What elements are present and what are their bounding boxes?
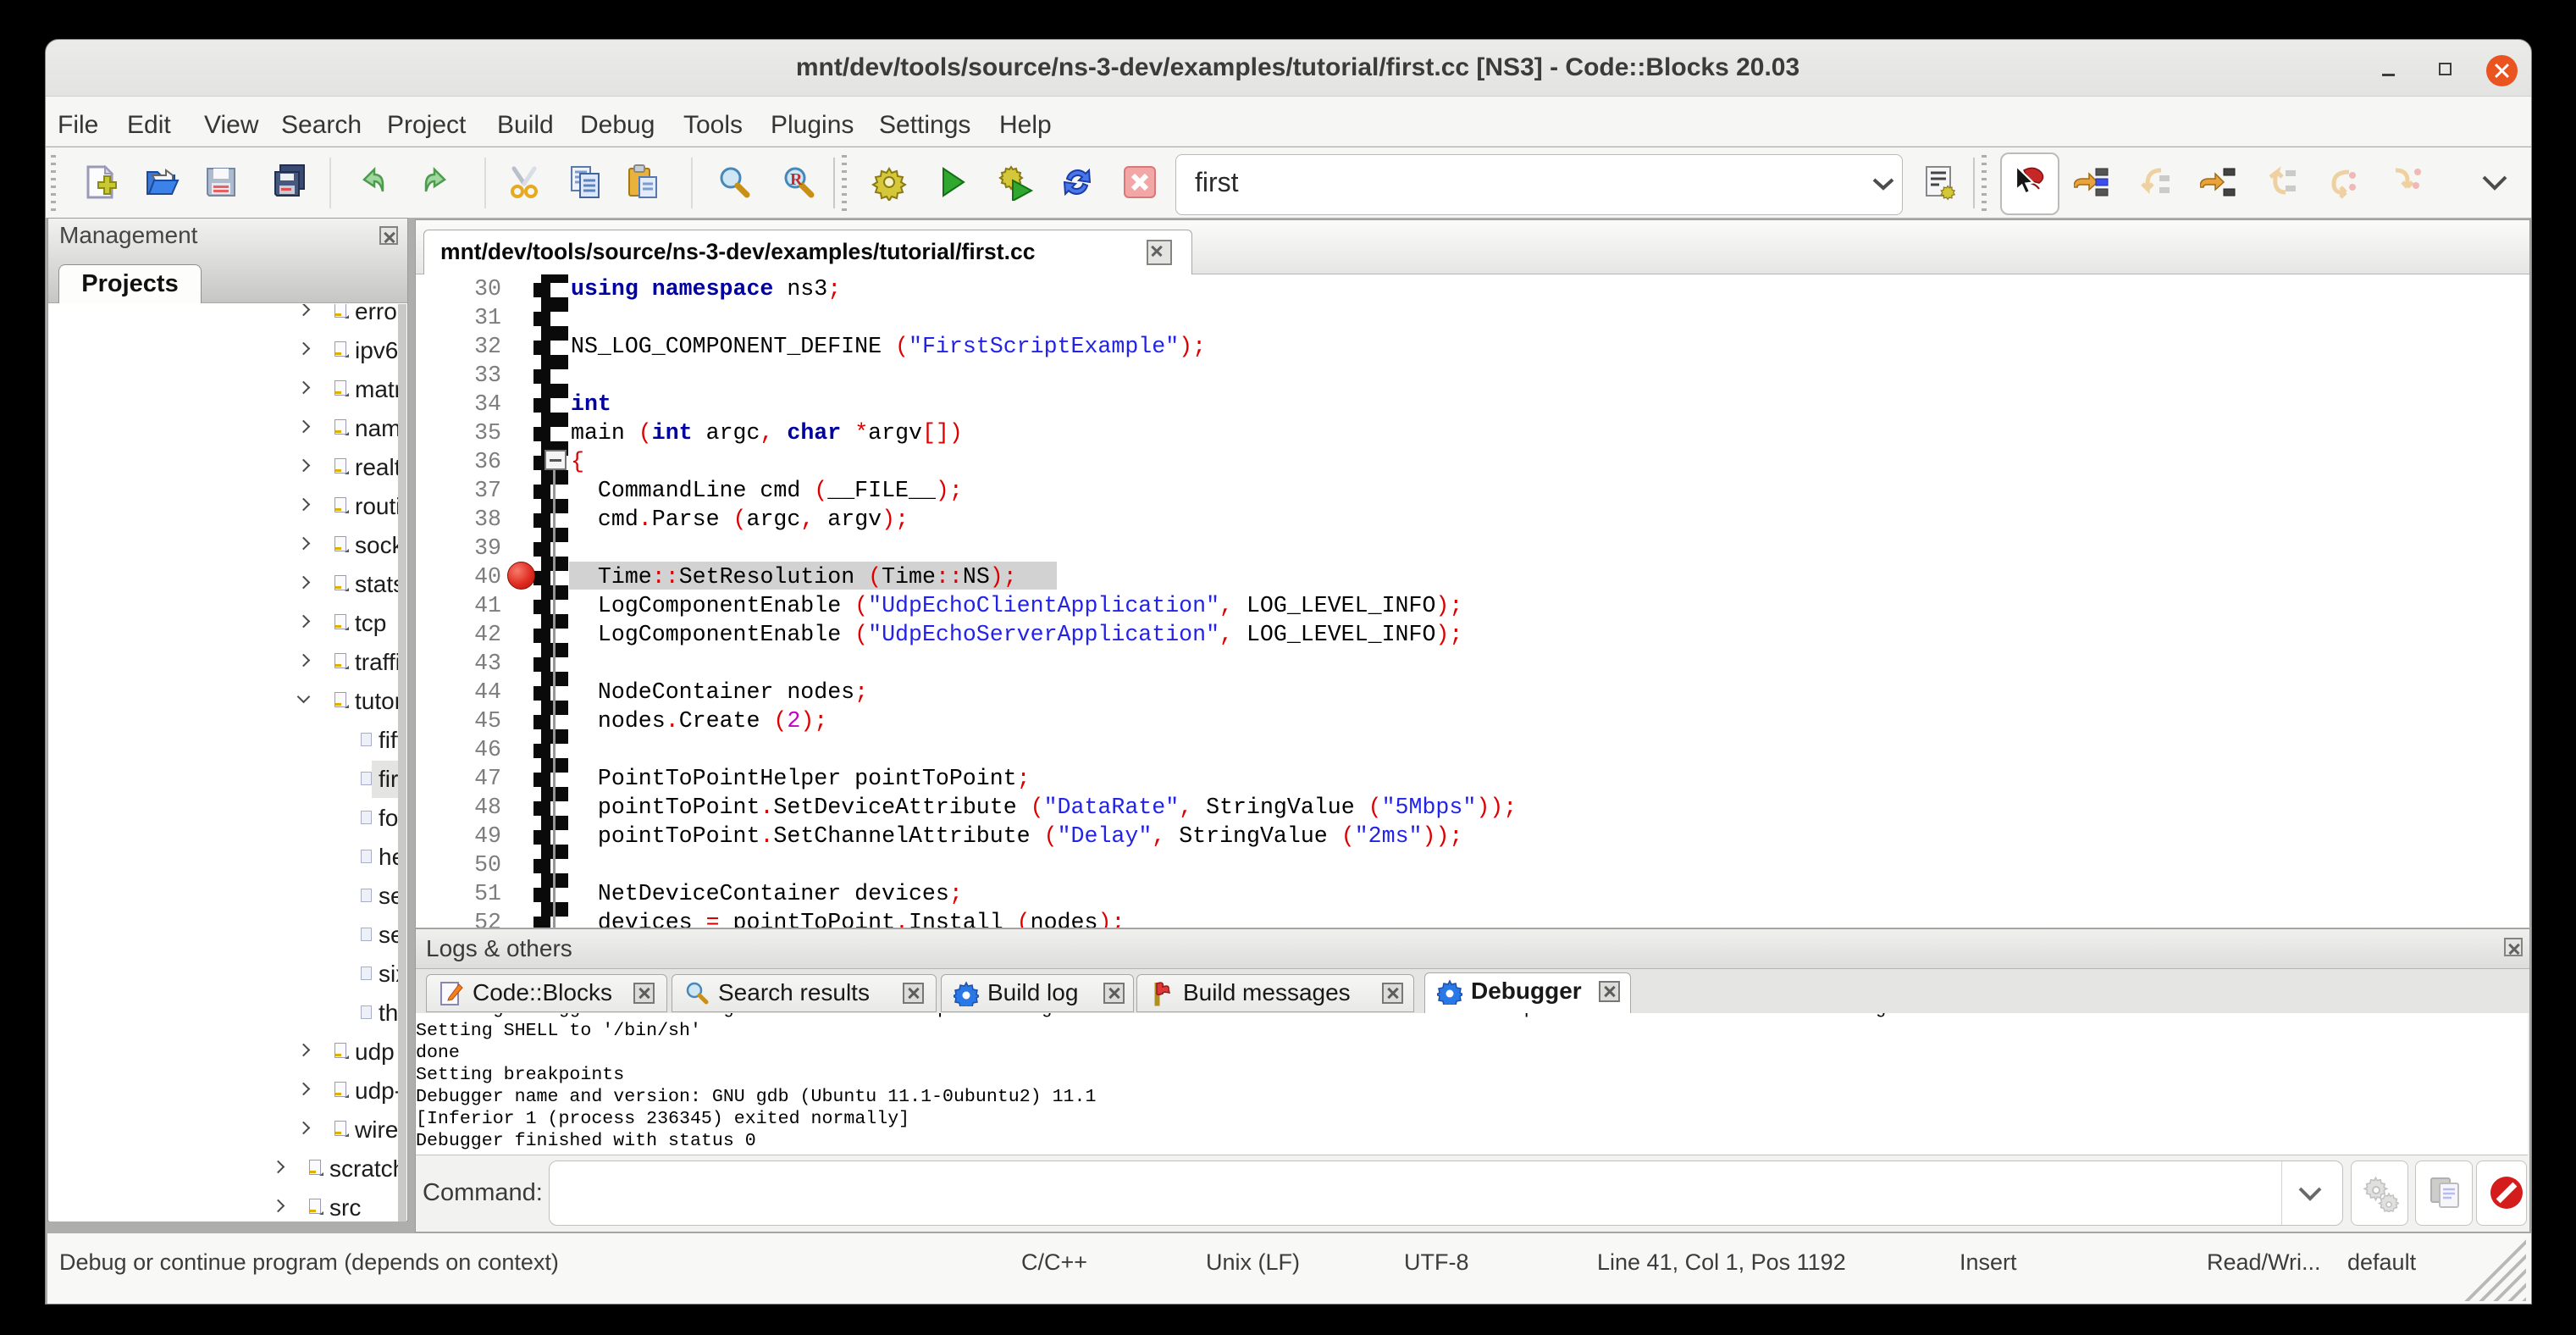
svg-text:R: R xyxy=(790,170,803,189)
